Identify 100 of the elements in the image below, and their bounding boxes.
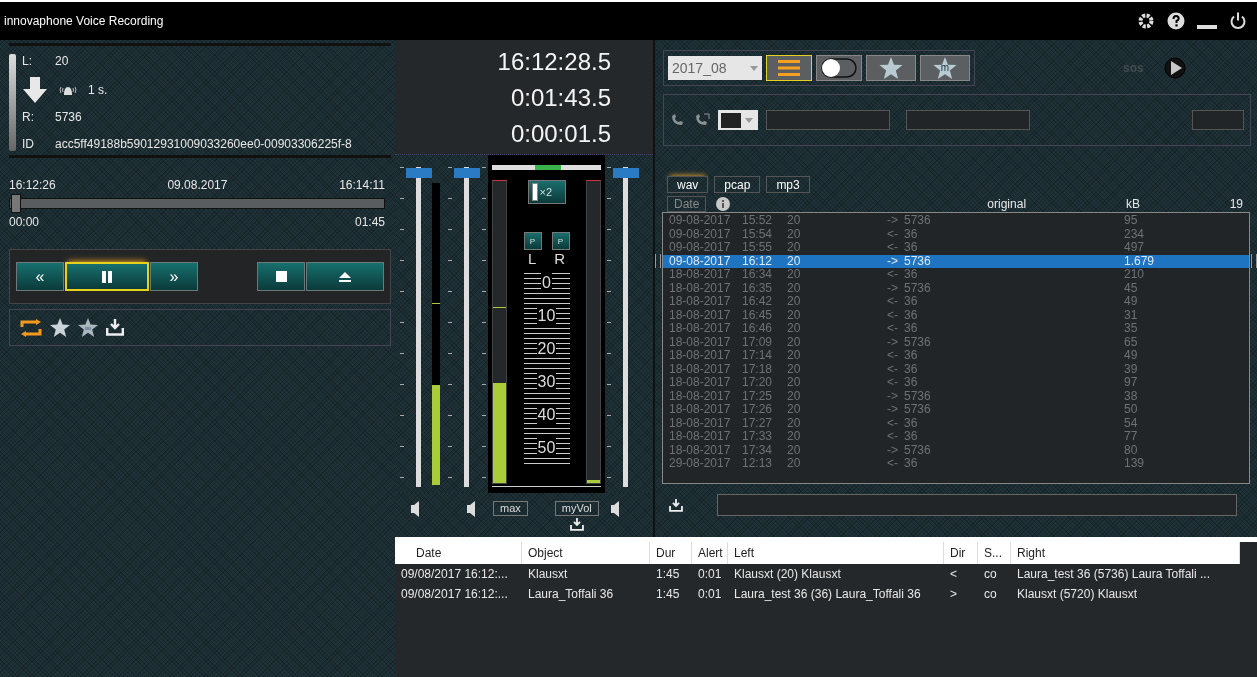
power-icon[interactable] <box>1229 12 1247 30</box>
interval-text: 1 s. <box>88 83 108 97</box>
rewind-button[interactable]: « <box>16 262 64 291</box>
table-cell-text: Laura_test 36 (5736) Laura Toffali ... <box>1016 567 1212 581</box>
fader-thumb[interactable] <box>406 167 432 178</box>
format-tab[interactable]: pcap <box>714 176 761 193</box>
info-icon[interactable] <box>716 197 731 211</box>
scale-label: 30 <box>536 372 557 391</box>
toggle-view-button[interactable] <box>816 55 862 81</box>
recording-row[interactable]: 29-08-2017 12:13 20 <- 36 139 <box>663 457 1249 471</box>
recording-row[interactable]: 18-08-2017 17:18 20 <- 36 39 <box>663 362 1249 376</box>
recording-row[interactable]: 18-08-2017 16:35 20 -> 5736 45 <box>663 281 1249 295</box>
speaker-icon[interactable] <box>411 501 419 517</box>
stop-icon <box>275 271 287 282</box>
recording-row[interactable]: 18-08-2017 17:34 20 -> 5736 80 <box>663 443 1249 457</box>
column-header[interactable]: S... <box>978 542 1011 564</box>
splitter-handle[interactable] <box>655 254 661 268</box>
help-icon[interactable] <box>1167 12 1185 30</box>
fader-thumb[interactable] <box>613 167 639 178</box>
star-view-button[interactable] <box>866 55 916 81</box>
recording-row[interactable]: 18-08-2017 17:09 20 -> 5736 65 <box>663 335 1249 349</box>
recording-row[interactable]: 18-08-2017 17:20 20 <- 36 97 <box>663 376 1249 390</box>
clock-readout: 16:12:28.5 <box>497 48 611 76</box>
zoom-button[interactable]: ×2 <box>527 180 566 204</box>
recording-row[interactable]: 18-08-2017 16:42 20 <- 36 49 <box>663 295 1249 309</box>
column-header: original <box>987 197 1027 211</box>
my-volume-button[interactable]: myVol <box>554 501 599 516</box>
download-icon[interactable] <box>669 498 683 512</box>
column-header[interactable]: Dur <box>650 542 692 564</box>
caret-icon <box>750 65 758 71</box>
end-time: 16:14:11 <box>339 178 385 192</box>
star-m-view-button[interactable]: m <box>920 55 970 81</box>
splitter-handle[interactable] <box>1251 254 1257 268</box>
clock-readout: 0:00:01.5 <box>510 120 611 148</box>
panel-grip[interactable] <box>9 54 16 151</box>
recording-row[interactable]: 18-08-2017 17:25 20 -> 5736 38 <box>663 389 1249 403</box>
color-dropdown[interactable] <box>718 110 758 130</box>
period-dropdown[interactable]: 2017_08 <box>668 56 762 80</box>
peak-button[interactable]: P <box>523 232 542 250</box>
left-number: 20 <box>55 54 69 68</box>
forward-button[interactable]: » <box>150 262 198 291</box>
scale-label: 0 <box>541 273 552 292</box>
format-tab[interactable]: wav <box>667 176 709 193</box>
settings-icon[interactable] <box>1137 12 1155 30</box>
channel-label: L <box>527 250 537 267</box>
download-icon[interactable] <box>106 319 124 336</box>
recording-row[interactable]: 18-08-2017 16:46 20 <- 36 35 <box>663 322 1249 336</box>
right-number: 5736 <box>55 110 82 124</box>
play-icon[interactable] <box>1163 57 1186 79</box>
text-field[interactable] <box>717 494 1237 516</box>
column-header[interactable]: Dir <box>944 542 978 564</box>
speaker-icon[interactable] <box>467 501 475 517</box>
table-cell-text: 0:01 <box>697 567 723 581</box>
clock-readout: 0:01:43.5 <box>510 84 611 112</box>
column-header[interactable]: Left <box>728 542 944 564</box>
column-header[interactable]: Alert <box>692 542 728 564</box>
record-count: 19 <box>1229 197 1244 211</box>
call-date: 09.08.2017 <box>167 178 228 192</box>
balance-marker[interactable] <box>534 165 561 170</box>
incoming-call-icon[interactable] <box>670 113 686 127</box>
recording-row[interactable]: 18-08-2017 17:26 20 -> 5736 50 <box>663 403 1249 417</box>
eject-button[interactable] <box>306 262 384 291</box>
recording-row[interactable]: 18-08-2017 17:33 20 <- 36 77 <box>663 430 1249 444</box>
star-icon[interactable] <box>50 318 70 337</box>
column-header[interactable]: Right <box>1011 542 1240 564</box>
scale-label: 40 <box>536 405 557 424</box>
recording-row[interactable]: 09-08-2017 16:12 20 -> 5736 1.679 <box>663 254 1249 268</box>
column-header[interactable]: Date <box>395 542 522 564</box>
peak-button[interactable]: P <box>551 232 570 250</box>
pause-button[interactable] <box>65 262 149 291</box>
stop-button[interactable] <box>257 262 305 291</box>
speaker-icon[interactable] <box>610 501 619 517</box>
seek-thumb[interactable] <box>11 194 21 213</box>
recording-row[interactable]: 18-08-2017 16:34 20 <- 36 210 <box>663 268 1249 282</box>
recording-row[interactable]: 18-08-2017 17:14 20 <- 36 49 <box>663 349 1249 363</box>
recording-row[interactable]: 18-08-2017 16:45 20 <- 36 31 <box>663 308 1249 322</box>
loop-icon[interactable] <box>20 318 42 337</box>
filter-field[interactable] <box>1192 110 1244 130</box>
recording-row[interactable]: 09-08-2017 15:55 20 <- 36 497 <box>663 241 1249 255</box>
fader-thumb[interactable] <box>454 167 480 178</box>
filter-field[interactable] <box>766 110 890 130</box>
sort-date-button[interactable]: Date <box>667 196 707 212</box>
eject-icon <box>339 271 351 282</box>
list-view-button[interactable] <box>766 55 812 81</box>
window-title: innovaphone Voice Recording <box>4 14 164 28</box>
filter-field[interactable] <box>906 110 1030 130</box>
column-header[interactable]: Object <box>522 542 650 564</box>
star-icon[interactable] <box>78 318 98 337</box>
max-button[interactable]: max <box>493 501 528 516</box>
recording-row[interactable]: 09-08-2017 15:54 20 <- 36 234 <box>663 227 1249 241</box>
table-cell-text: co <box>983 567 998 581</box>
format-tab[interactable]: mp3 <box>766 176 810 193</box>
recording-row[interactable]: 09-08-2017 15:52 20 -> 5736 95 <box>663 214 1249 228</box>
seek-slider[interactable] <box>9 194 385 213</box>
left-label: L: <box>22 54 33 68</box>
recording-row[interactable]: 18-08-2017 17:27 20 <- 36 54 <box>663 416 1249 430</box>
table-cell-text: 0:01 <box>697 587 723 601</box>
outgoing-call-icon[interactable] <box>694 113 710 127</box>
download-icon[interactable] <box>569 518 584 531</box>
table-cell-text: 1:45 <box>655 567 681 581</box>
